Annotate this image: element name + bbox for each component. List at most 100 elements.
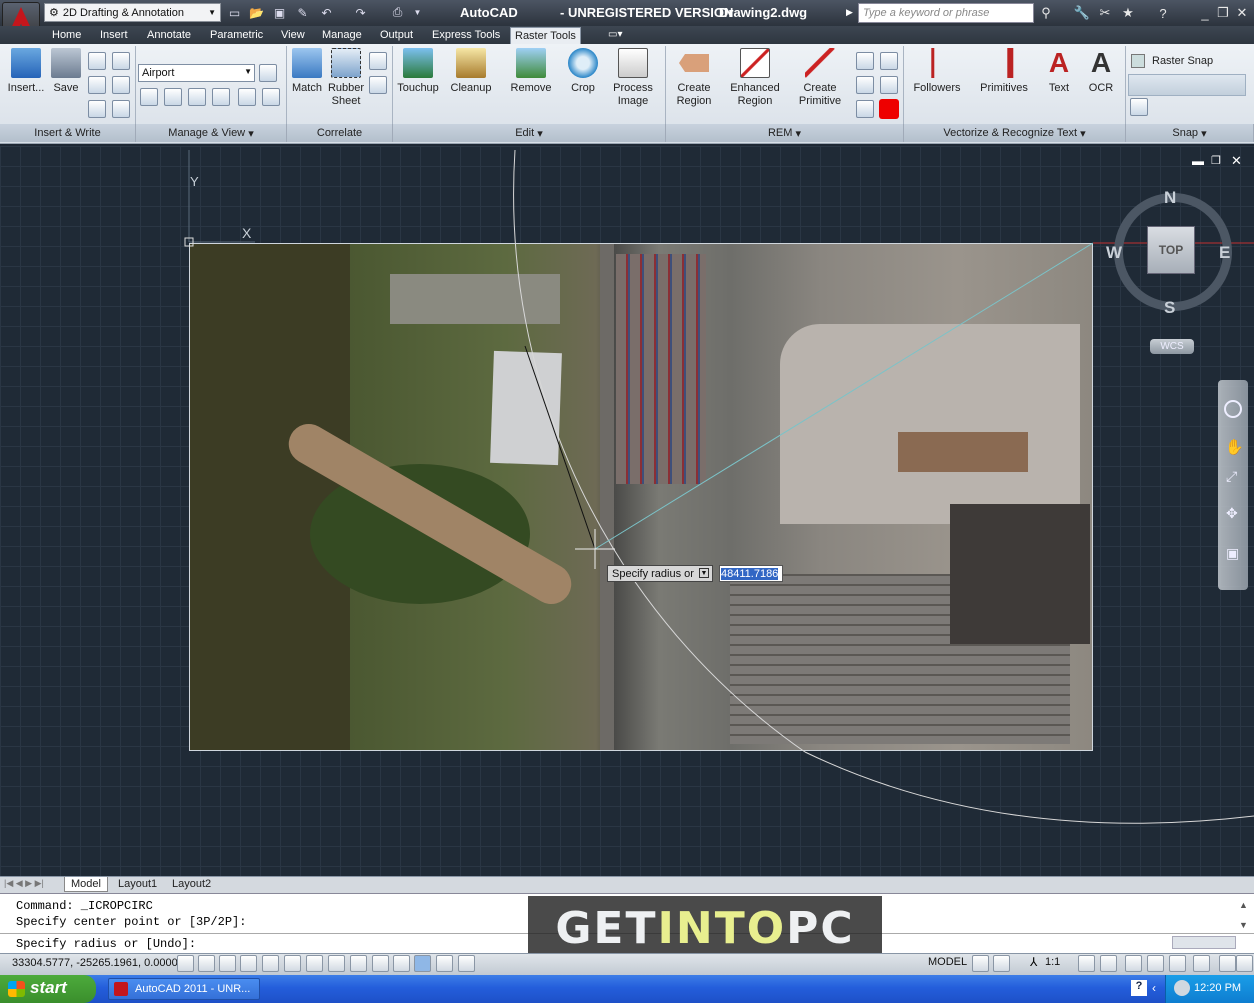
- correlate-dest-icon[interactable]: [369, 76, 387, 94]
- tray-clock[interactable]: 12:20 PM: [1194, 982, 1241, 994]
- minimize-icon[interactable]: _: [1196, 4, 1214, 22]
- compass-east[interactable]: E: [1219, 243, 1230, 263]
- binoculars-icon[interactable]: ⚲: [1037, 4, 1055, 22]
- rubber-sheet-button[interactable]: Rubber Sheet: [320, 48, 372, 108]
- communication-icon[interactable]: ✂: [1096, 4, 1114, 22]
- 3d-object-snap-icon[interactable]: [306, 955, 323, 972]
- rem-copy-icon[interactable]: [856, 52, 874, 70]
- tab-annotate[interactable]: Annotate: [143, 27, 195, 44]
- lineweight-icon[interactable]: [393, 955, 410, 972]
- redo-icon[interactable]: ↷: [352, 4, 369, 21]
- tab-layout2[interactable]: Layout2: [166, 877, 217, 892]
- followers-button[interactable]: Followers: [911, 48, 963, 95]
- status-menu-icon[interactable]: [1219, 955, 1236, 972]
- layout-nav-arrows[interactable]: |◀ ◀ ▶ ▶|: [4, 878, 44, 889]
- tab-raster-tools[interactable]: Raster Tools: [510, 27, 581, 44]
- object-snap-tracking-icon[interactable]: [328, 955, 345, 972]
- tab-layout1[interactable]: Layout1: [112, 877, 163, 892]
- zoom-icon[interactable]: [140, 88, 158, 106]
- crop-button[interactable]: Crop: [557, 48, 609, 95]
- dynamic-input-icon[interactable]: [372, 955, 389, 972]
- new-icon[interactable]: ▭: [226, 4, 243, 21]
- canvas-minimize-icon[interactable]: ▬: [1192, 154, 1204, 168]
- selection-cycling-icon[interactable]: [458, 955, 475, 972]
- polar-tracking-icon[interactable]: [262, 955, 279, 972]
- annotation-visibility-icon[interactable]: [1078, 955, 1095, 972]
- raster-snap-icon[interactable]: [1131, 54, 1145, 68]
- cleanup-button[interactable]: Cleanup: [445, 48, 497, 95]
- workspace-switcher[interactable]: ⚙ 2D Drafting & Annotation ▼: [44, 3, 221, 22]
- canvas-close-icon[interactable]: ✕: [1231, 153, 1242, 169]
- command-scroll-down-icon[interactable]: ▼: [1239, 920, 1248, 930]
- tab-insert[interactable]: Insert: [96, 27, 132, 44]
- showmotion-icon[interactable]: ▣: [1226, 545, 1239, 562]
- show-icon[interactable]: [164, 88, 182, 106]
- duplicate-icon[interactable]: [238, 88, 256, 106]
- open-icon[interactable]: 📂: [248, 4, 265, 21]
- merge-icon[interactable]: [262, 88, 280, 106]
- auto-scale-icon[interactable]: [1100, 955, 1117, 972]
- create-primitive-button[interactable]: Create Primitive: [794, 48, 846, 108]
- workspace-switching-icon[interactable]: [1125, 955, 1142, 972]
- ortho-mode-icon[interactable]: [240, 955, 257, 972]
- viewcube-top-face[interactable]: TOP: [1147, 226, 1195, 274]
- enhanced-region-button[interactable]: Enhanced Region: [729, 48, 781, 108]
- panel-manage-view[interactable]: Manage & View ▾: [136, 124, 287, 142]
- tab-express-tools[interactable]: Express Tools: [428, 27, 504, 44]
- panel-snap[interactable]: Snap ▾: [1126, 124, 1254, 142]
- favorites-star-icon[interactable]: ★: [1119, 4, 1137, 22]
- properties-icon[interactable]: [88, 100, 106, 118]
- tab-manage[interactable]: Manage: [318, 27, 366, 44]
- panel-correlate[interactable]: Correlate: [287, 124, 393, 142]
- ribbon-minimize-icon[interactable]: ▭▾: [608, 29, 622, 40]
- object-snap-icon[interactable]: [284, 955, 301, 972]
- rem-move-icon[interactable]: [856, 76, 874, 94]
- command-prompt-line[interactable]: Specify radius or [Undo]:: [16, 937, 196, 951]
- saveas-icon[interactable]: ✎: [294, 4, 311, 21]
- compass-west[interactable]: W: [1106, 243, 1122, 263]
- command-hscroll[interactable]: [1172, 936, 1236, 949]
- quick-access-dropdown-icon[interactable]: ▼: [409, 4, 426, 21]
- help-icon[interactable]: ?: [1154, 4, 1172, 22]
- image-select-dropdown[interactable]: Airport ▼: [138, 64, 255, 82]
- search-input[interactable]: Type a keyword or phrase: [858, 3, 1034, 23]
- create-region-button[interactable]: Create Region: [668, 48, 720, 108]
- snap-settings-icon[interactable]: [1130, 98, 1148, 116]
- rem-stop-icon[interactable]: [879, 99, 899, 119]
- panel-vectorize[interactable]: Vectorize & Recognize Text ▾: [904, 124, 1126, 142]
- primitives-button[interactable]: Primitives: [978, 48, 1030, 95]
- model-space-toggle[interactable]: MODEL: [928, 956, 967, 968]
- tab-view[interactable]: View: [277, 27, 309, 44]
- tab-parametric[interactable]: Parametric: [206, 27, 267, 44]
- rem-merge-icon[interactable]: [880, 76, 898, 94]
- rem-duplicate-icon[interactable]: [856, 100, 874, 118]
- ocr-button[interactable]: A OCR: [1075, 48, 1127, 95]
- clean-screen-icon[interactable]: [1236, 955, 1253, 972]
- cursor-coordinates[interactable]: 33304.5777, -25265.1961, 0.0000: [12, 957, 178, 969]
- edit-properties-icon[interactable]: [212, 88, 230, 106]
- plot-icon[interactable]: ⎙: [389, 4, 406, 21]
- touchup-button[interactable]: Touchup: [392, 48, 444, 95]
- compass-north[interactable]: N: [1164, 188, 1176, 208]
- image-manager-icon[interactable]: [259, 64, 277, 82]
- hardware-acceleration-icon[interactable]: [1169, 955, 1186, 972]
- tab-model[interactable]: Model: [64, 877, 108, 892]
- browse-icon[interactable]: [112, 76, 130, 94]
- tab-output[interactable]: Output: [376, 27, 417, 44]
- snap-mode-strip[interactable]: [1128, 74, 1246, 96]
- correlate-source-icon[interactable]: [369, 52, 387, 70]
- quick-view-drawings-icon[interactable]: [993, 955, 1010, 972]
- panel-rem[interactable]: REM ▾: [666, 124, 904, 142]
- process-image-button[interactable]: Process Image: [607, 48, 659, 108]
- compass-south[interactable]: S: [1164, 298, 1175, 318]
- quick-properties-icon[interactable]: [436, 955, 453, 972]
- subscription-icon[interactable]: 🔧: [1073, 4, 1091, 22]
- panel-edit[interactable]: Edit ▾: [393, 124, 666, 142]
- orbit-icon[interactable]: ✥: [1226, 505, 1238, 522]
- hide-icon[interactable]: [188, 88, 206, 106]
- zoom-extents-icon[interactable]: ⤢: [1226, 468, 1237, 485]
- close-icon[interactable]: ✕: [1233, 4, 1251, 22]
- panel-insert-write[interactable]: Insert & Write: [0, 124, 136, 142]
- dynamic-ucs-icon[interactable]: [350, 955, 367, 972]
- lock-icon[interactable]: [1147, 955, 1164, 972]
